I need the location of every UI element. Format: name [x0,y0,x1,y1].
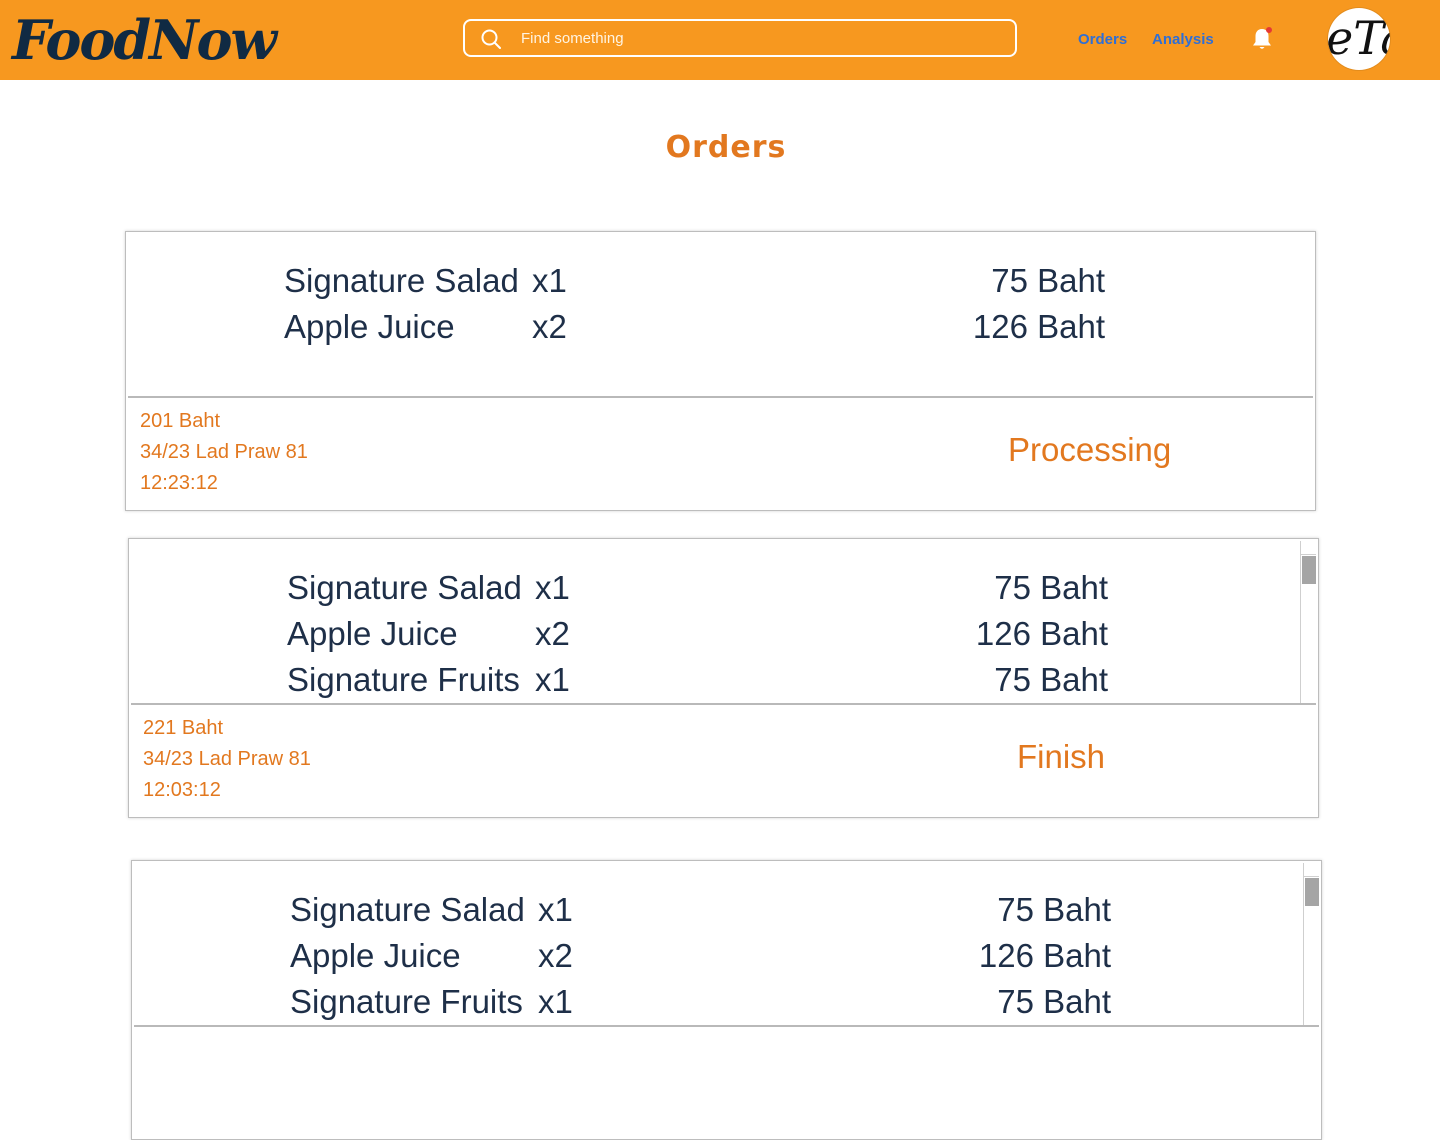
order-item-row: Apple Juice x2 126 Baht [128,304,1313,350]
order-address: 34/23 Lad Praw 81 [140,441,308,463]
item-price: 126 Baht [972,308,1105,345]
item-quantity: x1 [535,569,570,606]
scroll-up-arrow[interactable] [1301,541,1316,555]
item-name: Apple Juice [290,937,461,974]
item-name: Signature Salad [290,891,525,928]
item-name: Signature Salad [284,262,519,299]
brand-logo[interactable]: FoodNow [12,6,277,74]
item-quantity: x1 [538,983,573,1020]
item-price: 126 Baht [978,937,1111,974]
scroll-thumb[interactable] [1305,878,1319,906]
notification-dot [1266,27,1272,33]
order-time: 12:03:12 [143,779,221,801]
order-items-area: Signature Salad x1 75 Baht Apple Juice x… [134,863,1319,1027]
item-price: 75 Baht [994,569,1108,606]
order-item-row: Signature Salad x1 75 Baht [131,565,1316,611]
order-card[interactable]: Signature Salad x1 75 Baht Apple Juice x… [125,231,1316,511]
item-quantity: x1 [538,891,573,928]
item-quantity: x2 [535,615,570,652]
order-card[interactable]: Signature Salad x1 75 Baht Apple Juice x… [131,860,1322,1140]
order-item-row: Signature Salad x1 75 Baht [134,887,1319,933]
item-price: 75 Baht [997,891,1111,928]
item-price: 75 Baht [991,262,1105,299]
search-icon[interactable] [481,29,501,49]
item-price: 126 Baht [975,615,1108,652]
order-item-row: Signature Salad x1 75 Baht [128,258,1313,304]
scroll-thumb[interactable] [1302,556,1316,584]
order-status[interactable]: Finish [1017,735,1105,779]
item-name: Apple Juice [287,615,458,652]
user-avatar[interactable]: eTal [1328,8,1390,70]
order-time: 12:23:12 [140,472,218,494]
order-status[interactable]: Processing [1008,428,1171,472]
item-name: Signature Fruits [290,983,523,1020]
item-quantity: x1 [532,262,567,299]
item-name: Apple Juice [284,308,455,345]
order-meta: 221 Baht 34/23 Lad Praw 81 12:03:12 [143,713,311,806]
item-price: 75 Baht [994,661,1108,698]
order-meta: 201 Baht 34/23 Lad Praw 81 12:23:12 [140,406,308,499]
order-item-row: Signature Fruits x1 75 Baht [131,657,1316,703]
order-items-area: Signature Salad x1 75 Baht Apple Juice x… [128,234,1313,398]
order-address: 34/23 Lad Praw 81 [143,748,311,770]
order-item-row: Apple Juice x2 126 Baht [134,933,1319,979]
nav-orders-link[interactable]: Orders [1078,30,1127,50]
search-input[interactable] [521,21,1001,55]
items-scrollbar[interactable] [1300,541,1316,703]
avatar-text: eTal [1328,11,1390,65]
order-card[interactable]: Signature Salad x1 75 Baht Apple Juice x… [128,538,1319,818]
order-item-row: Signature Fruits x1 75 Baht [134,979,1319,1025]
items-scrollbar[interactable] [1303,863,1319,1025]
item-quantity: x1 [535,661,570,698]
top-navigation-bar: FoodNow Orders Analysis eTal [0,0,1440,80]
search-box[interactable] [463,19,1017,57]
item-quantity: x2 [538,937,573,974]
order-items-area: Signature Salad x1 75 Baht Apple Juice x… [131,541,1316,705]
bell-icon[interactable] [1250,26,1274,52]
item-name: Signature Salad [287,569,522,606]
scroll-up-arrow[interactable] [1304,863,1319,877]
item-quantity: x2 [532,308,567,345]
order-item-row: Apple Juice x2 126 Baht [131,611,1316,657]
nav-analysis-link[interactable]: Analysis [1152,30,1214,50]
order-total: 221 Baht [143,717,224,739]
order-total: 201 Baht [140,410,221,432]
item-name: Signature Fruits [287,661,520,698]
page-title: Orders [665,130,787,165]
item-price: 75 Baht [997,983,1111,1020]
